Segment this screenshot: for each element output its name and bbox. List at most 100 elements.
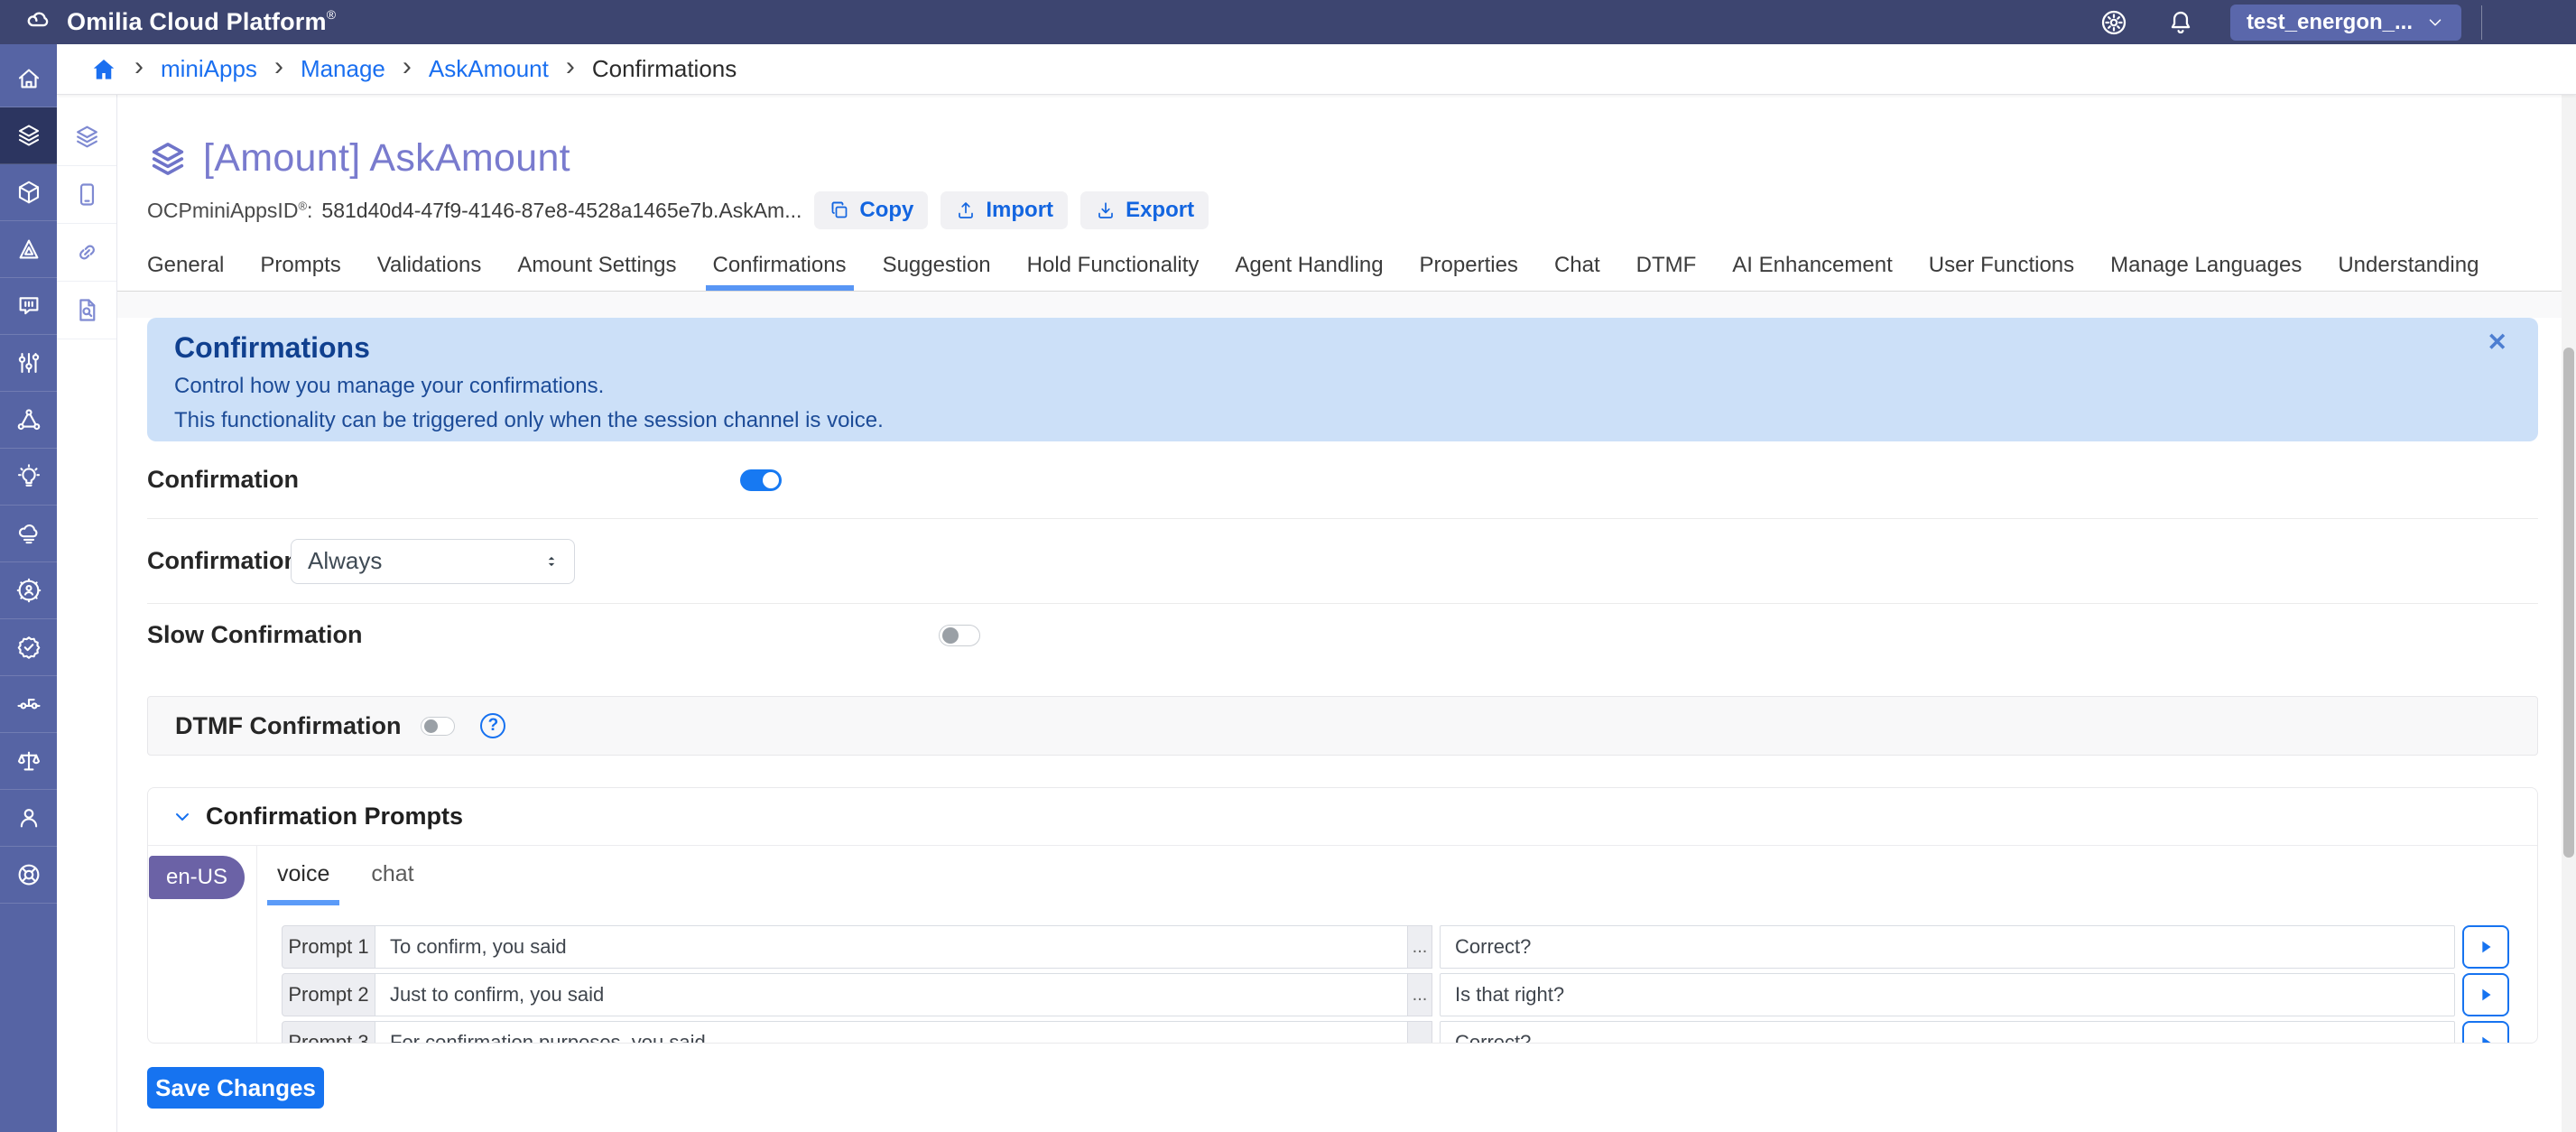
scales-icon [15,747,42,775]
channel-tab-chat[interactable]: chat [371,845,413,905]
primary-sidebar [0,44,57,1132]
sidebar-item-set-square[interactable] [0,221,57,278]
user-menu-button[interactable]: test_energon_... [2230,5,2461,41]
prompt-2-text-input[interactable]: Just to confirm, you said [375,973,1408,1016]
tab-validations[interactable]: Validations [377,253,482,291]
breadcrumb-separator: › [274,53,283,86]
prompt-3-suffix-input[interactable]: Correct? [1440,1021,2455,1044]
document-search-icon [73,296,101,324]
topbar-right: test_energon_... [2099,5,2576,41]
help-icon[interactable]: ? [480,713,505,738]
prompt-3-expand-button[interactable]: ... [1407,1021,1432,1044]
tab-agent-handling[interactable]: Agent Handling [1235,253,1383,291]
confirmation-prompts-card: Confirmation Prompts en-US voice chat [147,787,2538,1044]
prompt-2-play-button[interactable] [2462,973,2509,1016]
download-icon [1095,199,1117,221]
sidebar-item-pipeline[interactable] [0,676,57,733]
tab-hold-functionality[interactable]: Hold Functionality [1027,253,1200,291]
badge-check-icon [15,634,42,661]
prompt-3-play-button[interactable] [2462,1021,2509,1044]
notifications-bell-icon[interactable] [2165,7,2196,38]
sidebar-item-3d-object[interactable] [0,164,57,221]
tab-properties[interactable]: Properties [1420,253,1518,291]
prompt-1-suffix-input[interactable]: Correct? [1440,925,2455,969]
miniapp-layers-icon [147,138,189,180]
tab-user-functions[interactable]: User Functions [1929,253,2074,291]
vertical-scrollbar[interactable] [2562,95,2576,1132]
language-tab-en-us[interactable]: en-US [149,856,245,899]
sidebar-item-controls[interactable] [0,335,57,392]
sidebar-item-compliance[interactable] [0,733,57,790]
tab-prompts[interactable]: Prompts [260,253,340,291]
tab-manage-languages[interactable]: Manage Languages [2110,253,2302,291]
play-icon [2476,1033,2496,1044]
id-value: 581d40d4-47f9-4146-87e8-4528a1465e7b.Ask… [321,199,802,223]
language-column: en-US [148,846,257,1043]
gear-user-icon [15,577,42,604]
sidebar-item-network[interactable] [0,392,57,449]
sidebar-item-home[interactable] [0,51,57,107]
prompt-2-suffix-input[interactable]: Is that right? [1440,973,2455,1016]
section-title: Confirmation Prompts [206,803,463,830]
slow-confirmation-row: Slow Confirmation [147,604,2538,666]
sidebar-item-profile[interactable] [0,790,57,847]
breadcrumb-askamount[interactable]: AskAmount [429,55,549,83]
lightbulb-icon [15,463,42,490]
slow-confirmation-toggle[interactable] [939,625,980,646]
channel-tab-voice[interactable]: voice [277,845,329,905]
export-button[interactable]: Export [1080,191,1209,229]
tab-suggestion[interactable]: Suggestion [883,253,991,291]
sidebar-item-insights[interactable] [0,449,57,506]
confirmation-prompts-header[interactable]: Confirmation Prompts [148,788,2537,846]
select-value: Always [308,547,542,575]
prompt-2-expand-button[interactable]: ... [1407,973,1432,1016]
confirmation-mode-select[interactable]: Always [291,539,575,584]
sidebar-item-feedback[interactable] [0,278,57,335]
breadcrumb-separator: › [134,53,144,86]
settings-icon[interactable] [2099,7,2129,38]
subrail-item-device[interactable] [57,166,116,224]
sidebar-item-admin[interactable] [0,562,57,619]
sidebar-item-support[interactable] [0,847,57,904]
sliders-icon [15,349,42,376]
sidebar-item-quality[interactable] [0,619,57,676]
dtmf-confirmation-toggle[interactable] [421,717,455,736]
scrollbar-thumb[interactable] [2563,348,2574,858]
sidebar-item-cloud-services[interactable] [0,506,57,562]
user-name: test_energon_... [2247,10,2413,35]
tab-amount-settings[interactable]: Amount Settings [517,253,676,291]
banner-line-1: Control how you manage your confirmation… [174,374,2511,399]
prompt-1-expand-button[interactable]: ... [1407,925,1432,969]
breadcrumb-manage[interactable]: Manage [301,55,385,83]
subrail-item-link[interactable] [57,224,116,282]
tab-dtmf[interactable]: DTMF [1636,253,1697,291]
banner-close-icon[interactable]: ✕ [2487,330,2507,355]
prompt-row-2: Prompt 2 Just to confirm, you said ... I… [282,973,2537,1016]
confirmation-toggle[interactable] [740,469,782,491]
id-label: OCPminiAppsID®: [147,199,312,223]
save-changes-button[interactable]: Save Changes [147,1067,324,1109]
tabstrip [117,292,2576,318]
brand-logo[interactable]: Omilia Cloud Platform® [20,6,336,38]
subrail-item-document-search[interactable] [57,282,116,339]
breadcrumb-separator: › [566,53,575,86]
subrail-item-layers[interactable] [57,108,116,166]
home-icon [15,65,42,92]
info-banner: Confirmations Control how you manage you… [147,318,2538,441]
confirmation-label: Confirmation [147,466,740,494]
tab-ai-enhancement[interactable]: AI Enhancement [1732,253,1892,291]
cloud-lines-icon [15,520,42,547]
layers-icon [73,123,101,151]
tab-understanding[interactable]: Understanding [2338,253,2479,291]
breadcrumb-home-icon[interactable] [90,56,117,83]
tab-chat[interactable]: Chat [1554,253,1600,291]
prompt-3-text-input[interactable]: For confirmation purposes, you said [375,1021,1408,1044]
prompt-1-text-input[interactable]: To confirm, you said [375,925,1408,969]
copy-button[interactable]: Copy [814,191,928,229]
tab-confirmations[interactable]: Confirmations [713,253,847,291]
import-button[interactable]: Import [941,191,1068,229]
sidebar-item-miniapps[interactable] [0,107,57,164]
breadcrumb-miniapps[interactable]: miniApps [161,55,257,83]
tab-general[interactable]: General [147,253,224,291]
prompt-1-play-button[interactable] [2462,925,2509,969]
